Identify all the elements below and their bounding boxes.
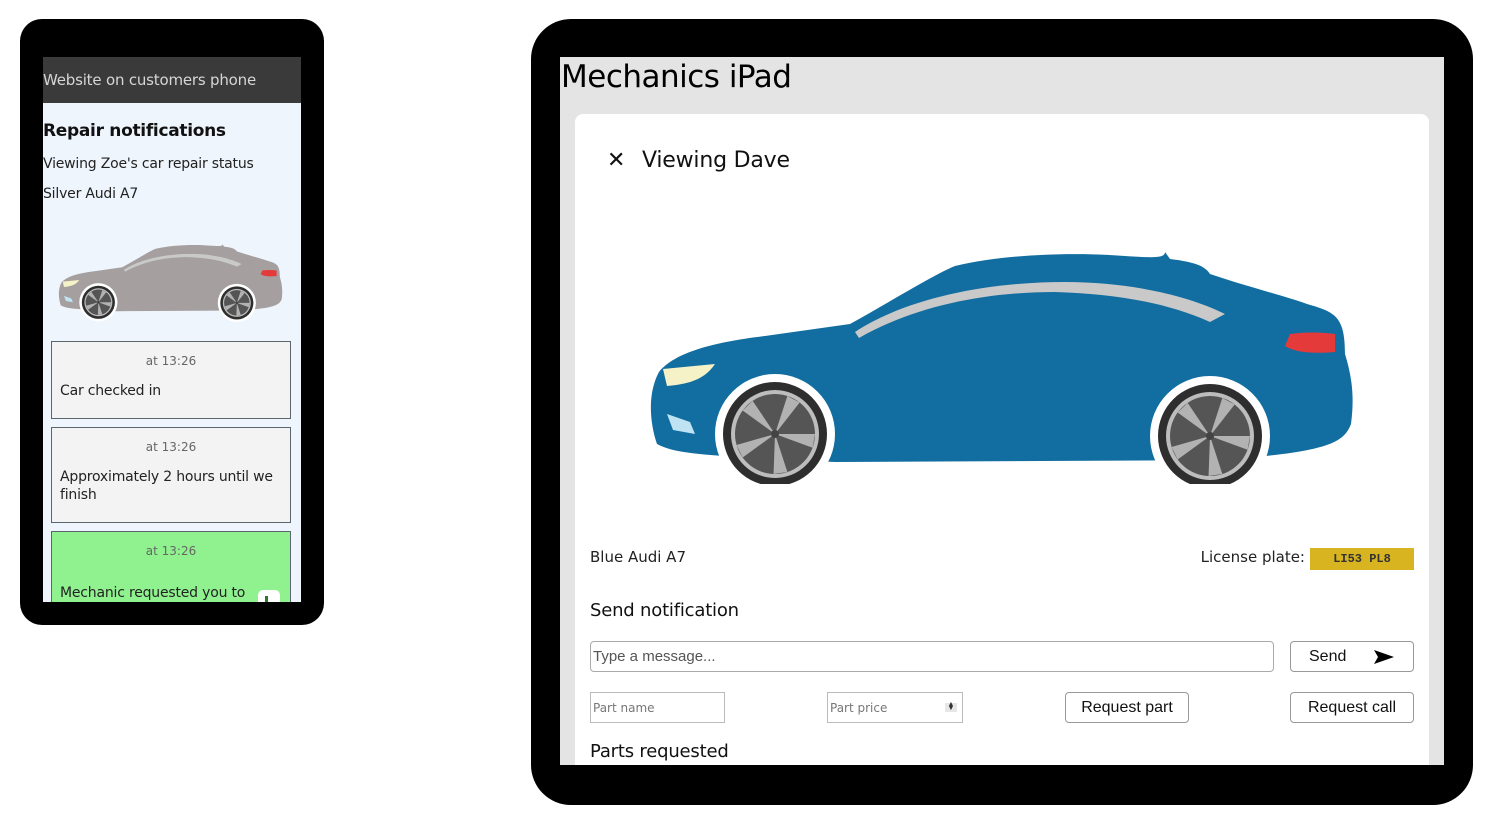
number-spinner-icon[interactable]: ▲ ▼ bbox=[945, 701, 957, 712]
notification-action-button[interactable] bbox=[258, 590, 280, 602]
notification-time: at 13:26 bbox=[145, 354, 197, 368]
notification-time: at 13:26 bbox=[145, 544, 197, 558]
part-name-input[interactable] bbox=[590, 692, 725, 723]
car-illustration-silver bbox=[58, 244, 283, 323]
phone-header: Website on customers phone bbox=[43, 57, 301, 103]
notification-message: Mechanic requested you to bbox=[60, 585, 246, 601]
notification-message: Approximately 2 hours until we finish bbox=[60, 469, 273, 503]
license-plate-badge: LI53 PL8 bbox=[1310, 548, 1414, 570]
notification-time: at 13:26 bbox=[145, 440, 197, 454]
phone-car-name: Silver Audi A7 bbox=[43, 186, 139, 202]
hub bbox=[97, 301, 100, 304]
close-icon[interactable]: ✕ bbox=[607, 150, 625, 172]
viewing-customer-title: Viewing Dave bbox=[642, 148, 790, 173]
ipad-title: Mechanics iPad bbox=[561, 59, 792, 95]
request-call-button[interactable]: Request call bbox=[1290, 692, 1414, 723]
send-button-label: Send bbox=[1309, 648, 1347, 665]
request-part-button[interactable]: Request part bbox=[1065, 692, 1189, 723]
car-name: Blue Audi A7 bbox=[590, 548, 686, 566]
notification-card: at 13:26 Approximately 2 hours until we … bbox=[51, 427, 291, 523]
customer-phone-frame: Website on customers phone Repair notifi… bbox=[20, 19, 324, 625]
mechanics-ipad-screen: Mechanics iPad ✕ Viewing Dave Blue Audi … bbox=[560, 57, 1444, 765]
customer-detail-card: ✕ Viewing Dave Blue Audi A7 License plat… bbox=[575, 114, 1429, 765]
notification-card-highlighted: at 13:26 Mechanic requested you to bbox=[51, 531, 291, 602]
notification-message: Car checked in bbox=[60, 383, 161, 399]
send-button[interactable]: Send bbox=[1290, 641, 1414, 672]
hub bbox=[235, 301, 239, 305]
hub bbox=[1206, 432, 1214, 440]
repair-notifications-title: Repair notifications bbox=[43, 121, 226, 141]
send-arrow-icon bbox=[1374, 650, 1394, 664]
mechanics-ipad-frame: Mechanics iPad ✕ Viewing Dave Blue Audi … bbox=[531, 19, 1473, 805]
part-price-input[interactable] bbox=[827, 692, 963, 723]
part-price-field: ▲▼ bbox=[827, 692, 963, 723]
license-plate-label: License plate: bbox=[1200, 548, 1305, 566]
notification-card: at 13:26 Car checked in bbox=[51, 341, 291, 419]
car-illustration-blue bbox=[650, 252, 1353, 484]
message-input[interactable] bbox=[590, 641, 1274, 672]
customer-phone-screen: Website on customers phone Repair notifi… bbox=[43, 57, 301, 602]
hub bbox=[771, 430, 779, 438]
send-notification-heading: Send notification bbox=[590, 600, 739, 621]
viewing-status-text: Viewing Zoe's car repair status bbox=[43, 156, 254, 172]
parts-requested-heading: Parts requested bbox=[590, 741, 729, 762]
